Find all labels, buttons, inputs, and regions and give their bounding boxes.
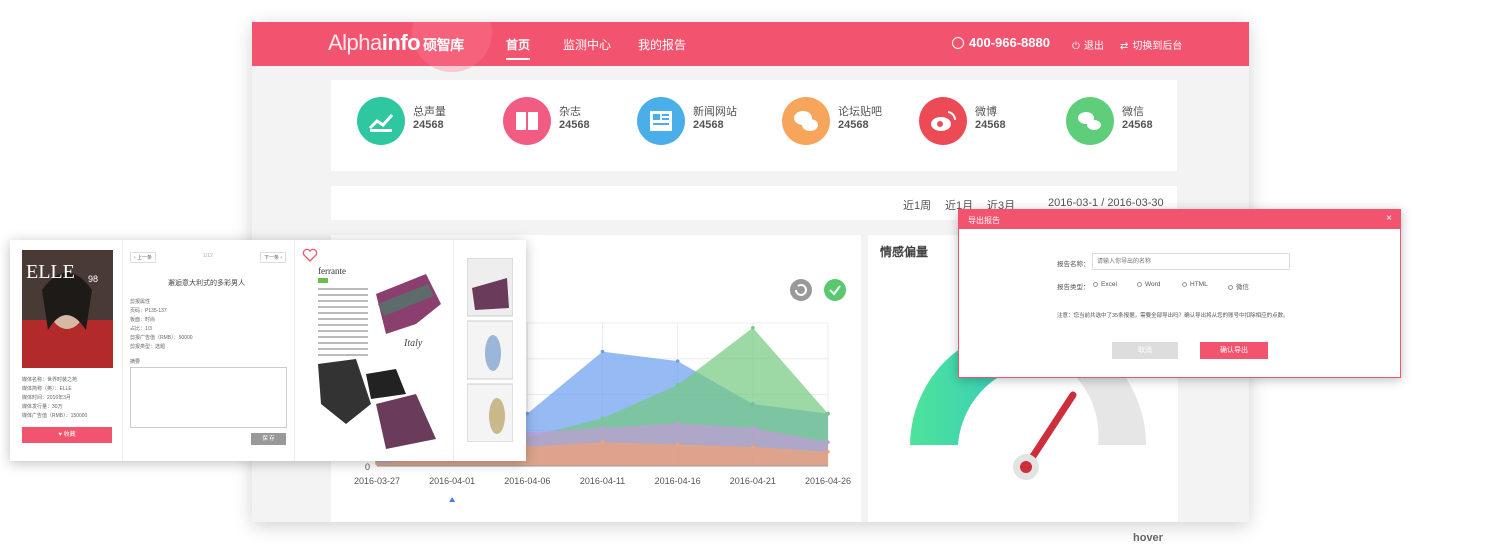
divider bbox=[294, 240, 295, 461]
radio-excel[interactable]: Excel bbox=[1093, 281, 1117, 288]
phone-number: 400-966-8880 bbox=[952, 35, 1050, 50]
dialog-header: 导出报告 × bbox=[959, 210, 1400, 229]
data-point bbox=[751, 445, 755, 449]
nav-home[interactable]: 首页 bbox=[506, 36, 531, 60]
data-point bbox=[600, 416, 605, 421]
data-point bbox=[525, 411, 530, 416]
magazine-cover-image[interactable]: ELLE 98 bbox=[22, 250, 113, 368]
x-tick-label: 2016-04-11 bbox=[580, 476, 625, 486]
data-point bbox=[675, 359, 680, 363]
chat-bubble-icon bbox=[782, 97, 830, 145]
data-point bbox=[751, 325, 755, 330]
attr-header: 剪报属性 bbox=[130, 299, 151, 305]
data-point bbox=[826, 449, 830, 454]
x-tick-label: 2016-04-21 bbox=[730, 476, 776, 486]
report-type-label: 报告类型： bbox=[1057, 284, 1090, 291]
clipping-page-image[interactable]: ferrante Italy bbox=[316, 264, 444, 452]
x-tick-label: 2016-04-16 bbox=[655, 476, 701, 486]
divider bbox=[122, 240, 123, 461]
phone-icon bbox=[952, 37, 964, 49]
x-tick-label: 2016-04-26 bbox=[805, 476, 851, 486]
data-point bbox=[826, 411, 830, 416]
attr-ratio: 占比：1/3 bbox=[130, 326, 152, 332]
nav-monitor-center[interactable]: 监测中心 bbox=[563, 36, 611, 53]
thumbnail-strip[interactable] bbox=[467, 258, 513, 442]
slider-handle-icon bbox=[449, 497, 456, 502]
x-tick-label: 2016-04-01 bbox=[429, 476, 475, 486]
switch-backend-link[interactable]: ⇄ 切换到后台 bbox=[1120, 37, 1182, 52]
export-note: 注意：您当前共选中了35条报据，需要全部导出吗？确认导出将从您的账号中扣除相应的… bbox=[1057, 313, 1289, 319]
x-tick-label: 2016-04-06 bbox=[504, 476, 550, 486]
attr-ad-value: 剪报广告值（RMB）：50000 bbox=[130, 335, 193, 341]
media-circulation: 媒体发行量：30万 bbox=[22, 404, 63, 410]
svg-text:ELLE: ELLE bbox=[26, 261, 75, 283]
report-name-input[interactable] bbox=[1092, 253, 1290, 270]
media-name: 媒体名称：世界时装之苑 bbox=[22, 377, 78, 383]
top-navbar: Alphainfo 硕智库 首页 监测中心 我的报告 400-966-8880 ⏻… bbox=[252, 22, 1249, 72]
x-tick-label: 2016-03-27 bbox=[354, 476, 400, 486]
save-button[interactable]: 保 存 bbox=[251, 433, 286, 445]
page-brand-text: ferrante bbox=[318, 266, 346, 276]
page-indicator: 1/12 bbox=[203, 253, 213, 259]
logo[interactable]: Alphainfo 硕智库 bbox=[328, 30, 464, 56]
y-zero-label: 0 bbox=[365, 462, 370, 472]
chart-up-icon bbox=[357, 97, 405, 145]
cancel-button[interactable]: 取消 bbox=[1112, 342, 1178, 359]
data-point bbox=[675, 442, 680, 447]
page-italy-text: Italy bbox=[403, 338, 423, 349]
data-point bbox=[675, 383, 680, 387]
data-point bbox=[600, 440, 605, 444]
nav-my-reports[interactable]: 我的报告 bbox=[638, 36, 686, 53]
stats-panel: 总声量 24568 杂志 24568 新闻网站 24568 论坛贴吧 24568 bbox=[331, 80, 1177, 171]
clipping-detail-panel: ELLE 98 媒体名称：世界时装之苑 媒体简称（英）：ELLE 媒体时间：20… bbox=[10, 240, 526, 461]
close-icon[interactable]: × bbox=[1386, 213, 1392, 224]
divider bbox=[453, 240, 454, 461]
filter-last-week[interactable]: 近1周 bbox=[903, 197, 931, 213]
attr-type: 剪报类型：选题 bbox=[130, 344, 166, 350]
data-point bbox=[675, 421, 680, 425]
hover-label: hover bbox=[1133, 532, 1163, 544]
radio-html[interactable]: HTML bbox=[1182, 281, 1208, 288]
radio-word[interactable]: Word bbox=[1137, 281, 1160, 288]
confirm-export-button[interactable]: 确认导出 bbox=[1200, 342, 1268, 359]
news-icon bbox=[637, 97, 685, 145]
media-ad-value: 媒体广告值（RMB）：150000 bbox=[22, 413, 88, 419]
report-name-label: 报告名称： bbox=[1057, 261, 1090, 268]
media-date: 媒体时间：2016年3月 bbox=[22, 395, 71, 401]
attr-section: 板面：时尚 bbox=[130, 317, 156, 323]
svg-text:98: 98 bbox=[88, 274, 98, 284]
swap-icon: ⇄ bbox=[1120, 41, 1129, 52]
data-point bbox=[600, 426, 605, 430]
wechat-icon bbox=[1066, 97, 1114, 145]
data-point bbox=[525, 430, 530, 435]
radio-wechat[interactable]: 微信 bbox=[1228, 281, 1249, 291]
heart-outline-icon[interactable] bbox=[302, 248, 318, 262]
data-point bbox=[600, 349, 605, 354]
summary-label: 摘要 bbox=[130, 359, 141, 365]
favorite-button[interactable]: ♥ 收藏 bbox=[22, 427, 112, 443]
next-button[interactable]: 下一条 › bbox=[260, 252, 287, 263]
data-point bbox=[525, 445, 530, 449]
data-point bbox=[375, 461, 379, 466]
logout-link[interactable]: ⏻ 退出 bbox=[1072, 37, 1104, 52]
media-abbr: 媒体简称（英）：ELLE bbox=[22, 386, 72, 392]
attr-page: 页码：P135-137 bbox=[130, 308, 167, 314]
prev-button[interactable]: ‹ 上一条 bbox=[130, 252, 157, 263]
clipping-title: 邂逅意大利式的多彩男人 bbox=[168, 280, 245, 287]
data-point bbox=[751, 426, 755, 430]
power-icon: ⏻ bbox=[1072, 41, 1080, 52]
weibo-icon bbox=[919, 97, 967, 145]
summary-textarea[interactable] bbox=[130, 367, 287, 428]
data-point bbox=[826, 440, 830, 444]
date-range[interactable]: 2016-03-1 / 2016-03-30 bbox=[1048, 197, 1164, 209]
book-icon bbox=[503, 97, 551, 145]
export-report-dialog: 导出报告 × 报告名称： 报告类型： Excel Word HTML 微信 注意… bbox=[958, 209, 1401, 378]
